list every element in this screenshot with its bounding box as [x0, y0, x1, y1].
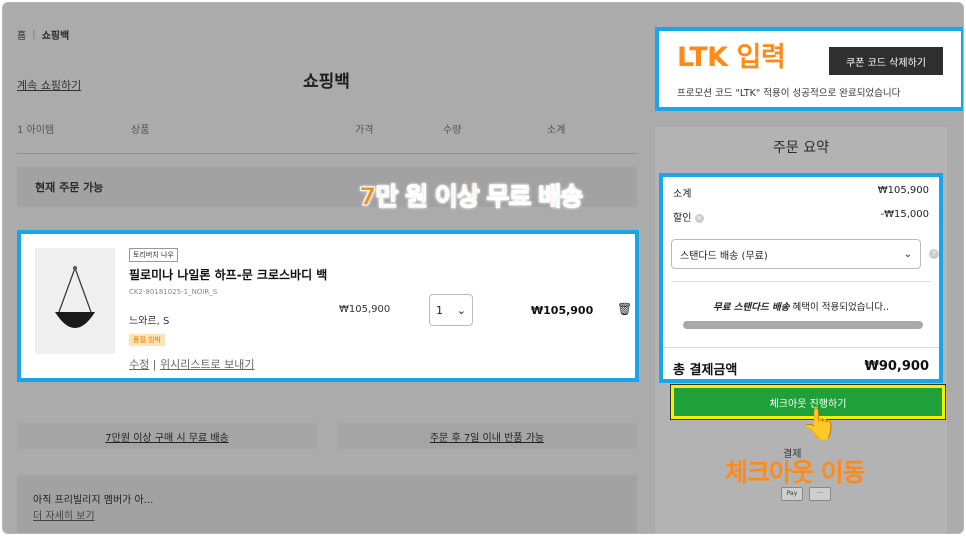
- quantity-select[interactable]: 1 ⌄: [429, 294, 473, 326]
- low-stock-badge: 품절 임박: [129, 334, 165, 346]
- subtotal-label: 소계: [673, 189, 692, 200]
- product-name[interactable]: 필로미나 나일론 하프-문 크로스바디 백: [129, 266, 327, 283]
- free-shipping-annotation: 7만 원 이상 무료 배송: [358, 182, 583, 212]
- grand-total-row: 총 결제금액 ₩90,900: [673, 359, 929, 378]
- unit-price: ₩105,900: [339, 304, 391, 315]
- chevron-down-icon: ⌄: [903, 248, 912, 260]
- brand-badge: 토리버치 나우: [129, 248, 178, 262]
- order-summary-title: 주문 요약: [773, 140, 829, 156]
- page-frame: 홈 | 쇼핑백 계속 쇼핑하기 쇼핑백 1 아이템 상품 가격 수량 소계 현재…: [2, 2, 964, 534]
- coupon-success-message: 프로모션 코드 "LTK" 적용이 성공적으로 완료되었습니다: [677, 88, 901, 99]
- header-divider: [17, 153, 637, 154]
- breadcrumb-home[interactable]: 홈: [17, 27, 26, 42]
- breadcrumb: 홈 | 쇼핑백: [17, 27, 69, 42]
- cart-item-card: 토리버치 나우 필로미나 나일론 하프-문 크로스바디 백 CK2-801810…: [17, 230, 639, 382]
- chevron-down-icon: ⌄: [456, 303, 466, 317]
- bag-illustration: [55, 266, 95, 328]
- benefit-free-shipping[interactable]: 7만원 이상 구매 시 무료 배송: [17, 423, 317, 449]
- available-section-title: 현재 주문 가능: [35, 181, 104, 194]
- discount-label: 할인: [673, 213, 692, 224]
- continue-shopping-link[interactable]: 계속 쇼핑하기: [17, 77, 81, 93]
- card-pay-icon: ···: [809, 487, 831, 501]
- discount-value: -₩15,000: [880, 209, 930, 220]
- payment-methods: Pay ···: [781, 487, 831, 501]
- free-shipping-message: 무료 스탠다드 배송 혜택이 적용되었습니다..: [663, 299, 939, 313]
- header-quantity: 수량: [443, 125, 462, 136]
- breadcrumb-separator: |: [32, 29, 36, 40]
- benefit-free-shipping-text: 7만원 이상 구매 시 무료 배송: [105, 433, 229, 444]
- free-shipping-progress-fill: [683, 321, 923, 329]
- discount-label-wrap: 할인 ×: [673, 209, 704, 224]
- move-to-wishlist-link[interactable]: 위시리스트로 보내기: [160, 358, 255, 371]
- membership-box: 아직 프리빌리지 멤버가 아... 더 자세히 보기: [17, 475, 637, 533]
- free-shipping-progress: [683, 321, 923, 329]
- free-shipping-rest: 혜택이 적용되었습니다..: [789, 302, 890, 313]
- shipping-method-select[interactable]: 스탠다드 배송 (무료) ⌄: [671, 239, 921, 269]
- apple-pay-icon: Pay: [781, 487, 803, 501]
- membership-text: 아직 프리빌리지 멤버가 아...: [33, 495, 154, 506]
- free-shipping-bold: 무료 스탠다드 배송: [712, 302, 790, 313]
- breadcrumb-current: 쇼핑백: [41, 31, 70, 42]
- edit-link[interactable]: 수정: [129, 358, 149, 371]
- actions-separator: |: [152, 358, 160, 371]
- help-icon[interactable]: ?: [929, 249, 939, 259]
- header-item-count: 1 아이템: [17, 125, 55, 136]
- benefit-returns[interactable]: 주문 후 7일 이내 반품 가능: [337, 423, 637, 449]
- order-summary-box: 소계 ₩105,900 할인 × -₩15,000 스탠다드 배송 (무료) ⌄…: [659, 173, 943, 383]
- summary-divider: [671, 281, 931, 282]
- header-product: 상품: [131, 125, 150, 136]
- product-code: CK2-80181025-1_NOIR_S: [129, 288, 218, 296]
- grand-total-value: ₩90,900: [864, 359, 929, 374]
- checkout-annotation: 체크아웃 이동: [725, 458, 866, 487]
- trash-icon[interactable]: 🗑: [617, 302, 632, 316]
- product-image[interactable]: [35, 248, 115, 354]
- header-subtotal: 소계: [547, 125, 566, 136]
- header-price: 가격: [355, 125, 374, 136]
- item-actions: 수정 | 위시리스트로 보내기: [129, 356, 255, 372]
- delete-coupon-button[interactable]: 쿠폰 코드 삭제하기: [829, 47, 943, 75]
- coupon-box: LTK 입력 쿠폰 코드 삭제하기 프로모션 코드 "LTK" 적용이 성공적으…: [655, 27, 963, 111]
- grand-total-label: 총 결제금액: [673, 363, 738, 378]
- shipping-method-value: 스탠다드 배송 (무료): [680, 250, 768, 262]
- membership-more-link[interactable]: 더 자세히 보기: [33, 507, 95, 522]
- quantity-value: 1: [436, 303, 443, 317]
- total-divider: [663, 347, 939, 348]
- product-option: 느와르, S: [129, 316, 170, 327]
- page-title: 쇼핑백: [303, 72, 350, 92]
- remove-discount-icon[interactable]: ×: [694, 213, 704, 223]
- cart-table-header: 1 아이템 상품 가격 수량 소계: [17, 121, 637, 141]
- hand-pointer-icon: 👆: [801, 407, 839, 442]
- benefit-returns-text: 주문 후 7일 이내 반품 가능: [429, 433, 545, 444]
- line-total: ₩105,900: [531, 304, 594, 317]
- discount-row: 할인 × -₩15,000: [673, 209, 929, 224]
- subtotal-value: ₩105,900: [877, 185, 929, 196]
- ltk-annotation: LTK 입력: [677, 42, 786, 73]
- subtotal-row: 소계 ₩105,900: [673, 185, 929, 200]
